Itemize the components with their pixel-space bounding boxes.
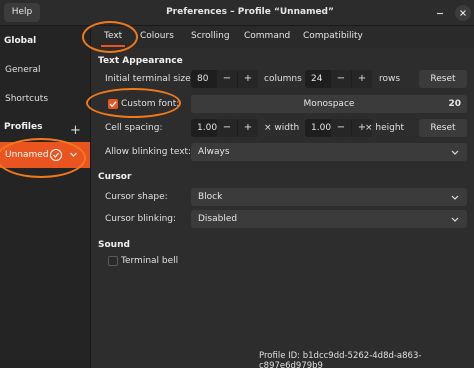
sound-heading: Sound xyxy=(98,240,130,250)
cursor-shape-value: Block xyxy=(198,192,223,202)
chevron-down-icon xyxy=(451,194,459,204)
sidebar-heading-profiles: Profiles xyxy=(4,122,43,132)
blinking-text-dropdown[interactable]: Always xyxy=(191,143,467,161)
text-settings-panel: Text Appearance Initial terminal size: 8… xyxy=(91,48,474,368)
window-titlebar: Help Preferences – Profile “Unnamed” xyxy=(0,0,474,26)
profile-id: Profile ID: b1dcc9dd-5262-4d8d-a863-c897… xyxy=(259,351,422,368)
tab-command[interactable]: Command xyxy=(244,31,290,41)
tab-text[interactable]: Text xyxy=(100,31,126,47)
cursor-blinking-value: Disabled xyxy=(198,214,238,224)
width-spacing-value[interactable]: 1.00 xyxy=(197,123,217,133)
reset-size-button[interactable]: Reset xyxy=(419,70,467,88)
text-appearance-heading: Text Appearance xyxy=(98,56,183,66)
columns-decrement-button[interactable]: − xyxy=(217,70,237,88)
cursor-blinking-dropdown[interactable]: Disabled xyxy=(191,210,467,228)
font-size: 20 xyxy=(448,99,461,109)
sidebar: Global General Shortcuts Profiles + Unna… xyxy=(0,26,91,368)
tab-colours[interactable]: Colours xyxy=(140,31,174,41)
tab-compatibility[interactable]: Compatibility xyxy=(303,31,363,41)
tab-bar: Text Colours Scrolling Command Compatibi… xyxy=(91,26,474,48)
tab-scrolling[interactable]: Scrolling xyxy=(191,31,230,41)
minimize-icon[interactable] xyxy=(432,5,448,21)
cursor-shape-label: Cursor shape: xyxy=(105,192,168,202)
font-chooser-button[interactable]: Monospace 20 xyxy=(191,95,467,113)
profile-item-unnamed[interactable]: Unnamed xyxy=(0,142,90,168)
rows-value[interactable]: 24 xyxy=(311,74,322,84)
cursor-shape-dropdown[interactable]: Block xyxy=(191,188,467,206)
width-decrement-button[interactable]: − xyxy=(217,119,237,137)
initial-size-label: Initial terminal size: xyxy=(105,74,194,84)
help-button[interactable]: Help xyxy=(4,3,40,22)
add-profile-icon[interactable]: + xyxy=(70,123,81,138)
sidebar-item-shortcuts[interactable]: Shortcuts xyxy=(5,94,48,104)
rows-label: rows xyxy=(379,74,401,84)
reset-spacing-button[interactable]: Reset xyxy=(419,119,467,137)
rows-decrement-button[interactable]: − xyxy=(331,70,351,88)
custom-font-label: Custom font: xyxy=(121,99,180,109)
chevron-down-icon xyxy=(451,149,459,159)
blinking-text-value: Always xyxy=(198,147,230,157)
terminal-bell-label: Terminal bell xyxy=(121,256,179,266)
width-label: × width xyxy=(264,123,300,133)
blinking-text-label: Allow blinking text: xyxy=(105,147,192,157)
height-spacing-value[interactable]: 1.00 xyxy=(311,123,331,133)
cursor-blinking-label: Cursor blinking: xyxy=(105,214,177,224)
columns-increment-button[interactable]: + xyxy=(238,70,258,88)
custom-font-checkbox[interactable] xyxy=(108,99,118,109)
height-label: × height xyxy=(365,123,405,133)
chevron-down-icon xyxy=(451,216,459,226)
font-name: Monospace xyxy=(303,99,355,109)
sidebar-heading-global: Global xyxy=(4,36,37,46)
terminal-bell-checkbox[interactable] xyxy=(108,256,118,266)
chevron-down-icon[interactable] xyxy=(69,150,78,162)
rows-increment-button[interactable]: + xyxy=(352,70,372,88)
sidebar-item-general[interactable]: General xyxy=(5,65,40,75)
cursor-heading: Cursor xyxy=(98,172,132,182)
width-increment-button[interactable]: + xyxy=(238,119,258,137)
height-decrement-button[interactable]: − xyxy=(331,119,351,137)
columns-value[interactable]: 80 xyxy=(197,74,208,84)
close-icon[interactable] xyxy=(455,5,471,21)
profile-label: Unnamed xyxy=(5,150,49,160)
cell-spacing-label: Cell spacing: xyxy=(105,123,163,133)
check-circle-icon xyxy=(50,149,62,161)
checkmark-icon xyxy=(109,101,117,108)
columns-label: columns xyxy=(264,74,302,84)
window-title: Preferences – Profile “Unnamed” xyxy=(166,7,334,17)
